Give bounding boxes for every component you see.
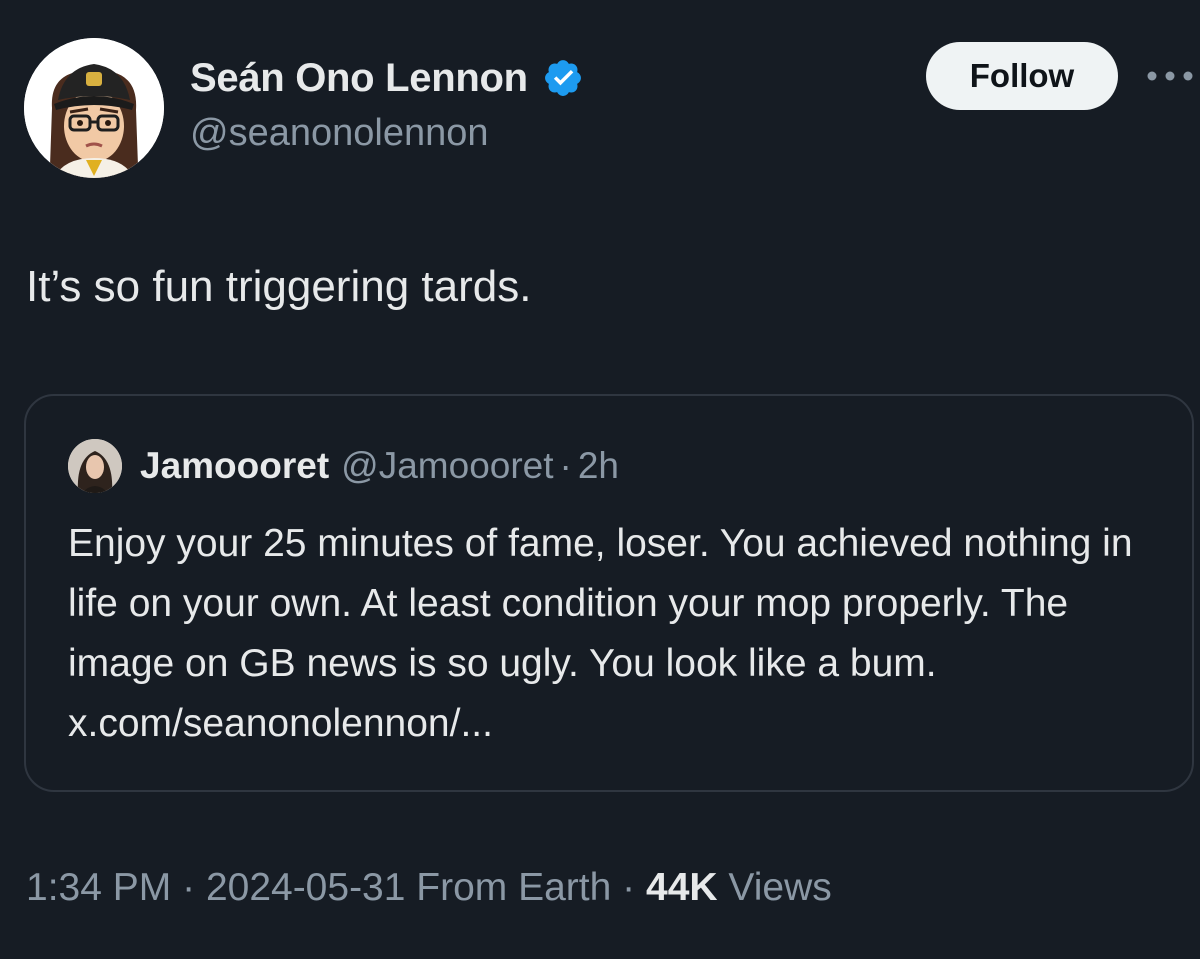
more-icon[interactable] [1142, 58, 1198, 94]
avatar[interactable] [24, 38, 164, 178]
follow-button[interactable]: Follow [926, 42, 1118, 110]
author-display-name[interactable]: Seán Ono Lennon [190, 56, 528, 101]
tweet-date[interactable]: 2024-05-31 [206, 866, 406, 909]
separator-dot: · [622, 866, 636, 909]
quoted-tweet-text: Enjoy your 25 minutes of fame, loser. Yo… [68, 522, 1133, 745]
quoted-author-avatar[interactable] [68, 439, 122, 493]
quoted-tweet-card[interactable]: Jamoooret @Jamoooret · 2h Enjoy your 25 … [24, 394, 1194, 792]
author-handle[interactable]: @seanonolennon [190, 112, 489, 155]
views-count[interactable]: 44K [646, 866, 718, 909]
tweet-time[interactable]: 1:34 PM [26, 866, 171, 909]
quoted-tweet-time[interactable]: 2h [578, 445, 619, 487]
quoted-author-name[interactable]: Jamoooret [140, 445, 329, 487]
separator-dot: · [182, 866, 196, 909]
quoted-author-handle[interactable]: @Jamoooret [341, 445, 553, 487]
tweet: Seán Ono Lennon @seanonolennon Follow It… [0, 0, 1200, 959]
verified-badge-icon[interactable] [542, 57, 584, 99]
tweet-meta: 1:34 PM · 2024-05-31 From Earth · 44K Vi… [26, 866, 832, 910]
separator-dot: · [559, 445, 572, 486]
tweet-text: It’s so fun triggering tards. [26, 262, 532, 311]
author-name-row: Seán Ono Lennon [190, 50, 584, 106]
views-label: Views [728, 866, 832, 909]
avatar-illustration [24, 38, 164, 178]
quoted-tweet-header: Jamoooret @Jamoooret · 2h [68, 438, 619, 494]
tweet-source: From Earth [416, 866, 612, 909]
